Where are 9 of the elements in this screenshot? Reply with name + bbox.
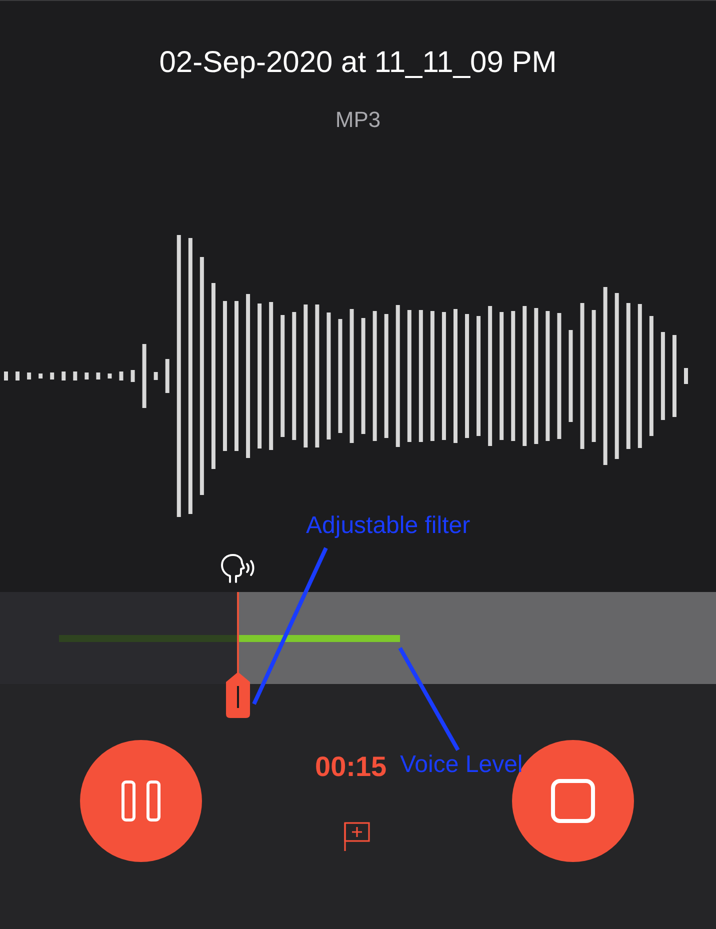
pause-icon (121, 780, 161, 822)
filter-handle[interactable] (226, 672, 250, 718)
add-flag-icon[interactable] (343, 822, 371, 852)
format-label: MP3 (335, 107, 381, 133)
elapsed-time: 00:15 (315, 750, 387, 784)
annotation-label: Voice Level (400, 750, 523, 780)
recording-title: 02-Sep-2020 at 11_11_09 PM (159, 45, 557, 81)
stop-icon (551, 779, 595, 823)
annotation-label: Adjustable filter (306, 511, 470, 541)
